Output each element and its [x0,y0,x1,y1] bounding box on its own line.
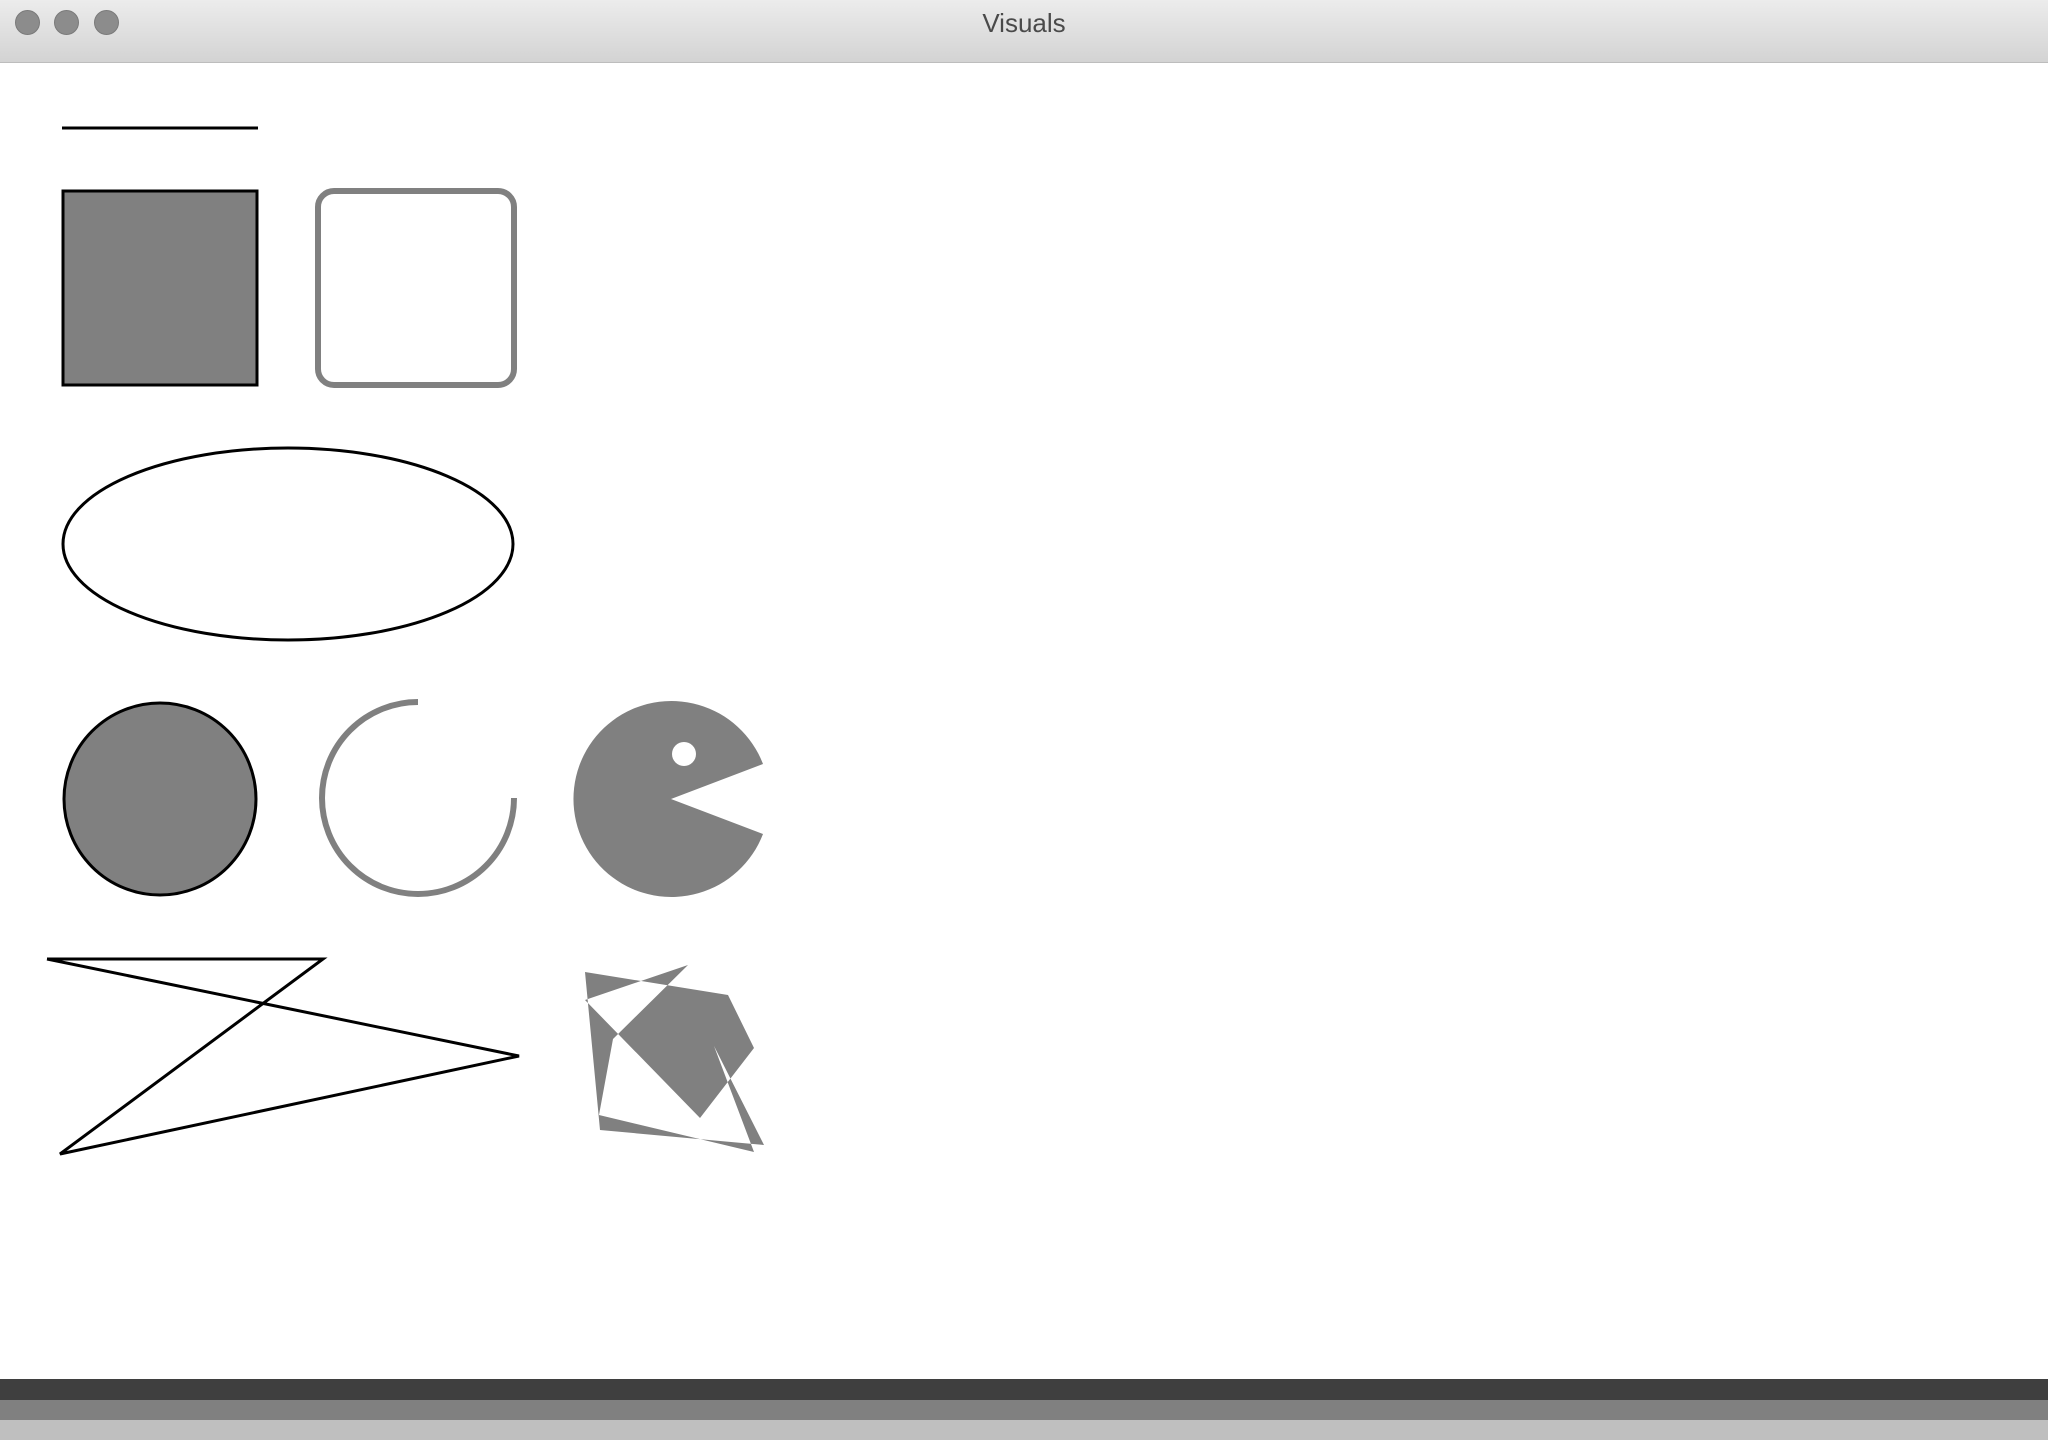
dark-band [0,1379,2048,1400]
pacman-eye [672,742,696,766]
window-title: Visuals [982,8,1066,38]
shapes-drawing [46,126,764,1156]
app-window: Visuals [0,0,2048,1440]
light-band [0,1420,2048,1440]
pacman-pie [573,700,763,898]
zigzag-polyline [46,957,520,1156]
color-bands [0,1379,2048,1440]
ellipse-outline [61,446,515,642]
filled-circle [62,701,258,897]
arc-outline [319,699,517,897]
mid-band [0,1399,2048,1420]
filled-rectangle [61,189,259,387]
title-bar[interactable]: Visuals [0,0,2048,63]
drawing-canvas [0,63,2048,1379]
rounded-rectangle [315,188,517,388]
filled-star-polygon [585,965,764,1152]
